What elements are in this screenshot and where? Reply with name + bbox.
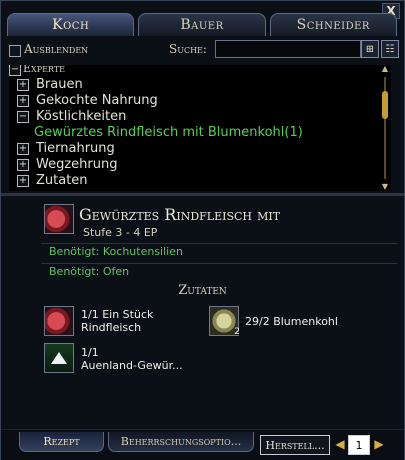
- tab-rezept[interactable]: Rezept: [19, 432, 104, 452]
- ingredient-1-line2: Rindfleisch: [81, 321, 142, 334]
- tree-item-label: Gekochte Nahrung: [36, 93, 158, 108]
- scroll-down-icon[interactable]: ▼: [381, 183, 389, 191]
- requirement-tools: Benötigt: Kochutensilien: [49, 245, 183, 258]
- divider: [41, 243, 397, 244]
- expand-icon[interactable]: +: [17, 95, 29, 107]
- craft-count-input[interactable]: 1: [348, 435, 370, 455]
- tree-item-label: Brauen: [36, 77, 83, 92]
- section-divider: [1, 193, 404, 196]
- expand-icon[interactable]: +: [17, 79, 29, 91]
- spice-icon[interactable]: [44, 343, 74, 373]
- search-label: Suche:: [169, 42, 207, 56]
- ingredient-2-text: 29/2 Blumenkohl: [245, 315, 338, 328]
- tab-bauer[interactable]: Bauer: [138, 13, 266, 36]
- requirement-oven: Benötigt: Ofen: [49, 265, 130, 278]
- recipe-title: Gewürztes Rindfleisch mit: [79, 205, 281, 224]
- recipe-tree: − Experte + Brauen + Gekochte Nahrung − …: [9, 65, 391, 191]
- expand-collapse-icon[interactable]: ☷: [381, 40, 399, 58]
- ingredient-3-line2: Auenland-Gewür...: [81, 359, 183, 372]
- tree-scrollbar[interactable]: ▲ ▼: [381, 65, 389, 191]
- spice-pile-icon: [51, 352, 67, 364]
- tree-expert-label: Experte: [23, 65, 66, 75]
- hide-label: Ausblenden: [24, 42, 89, 56]
- tab-beherrschung[interactable]: Beherrschungsoptio...: [108, 432, 254, 452]
- tree-item-label: Zutaten: [36, 173, 88, 188]
- arrow-left-icon[interactable]: ◀: [333, 435, 347, 453]
- ingredient-1-line1: 1/1 Ein Stück: [81, 308, 154, 321]
- scroll-up-icon[interactable]: ▲: [381, 65, 389, 73]
- bottom-bar: Rezept Beherrschungsoptio... Herstell...…: [1, 429, 404, 460]
- recipe-dish-icon: [44, 204, 74, 234]
- recipe-detail: Gewürztes Rindfleisch mit Stufe 3 - 4 EP…: [1, 197, 404, 429]
- craft-button[interactable]: Herstell...: [260, 435, 330, 455]
- ingredient-1-text: 1/1 Ein Stück Rindfleisch: [81, 308, 153, 334]
- ingredient-3-text: 1/1 Auenland-Gewür...: [81, 346, 183, 372]
- meat-icon[interactable]: [44, 306, 74, 336]
- expand-icon[interactable]: +: [17, 159, 29, 171]
- expand-icon[interactable]: +: [17, 175, 29, 187]
- ingredient-3-line1: 1/1: [81, 346, 99, 359]
- ingredients-title: Zutaten: [178, 283, 227, 298]
- crafting-window: X Koch Bauer Schneider Ausblenden Suche:…: [0, 0, 405, 460]
- collapse-icon[interactable]: −: [9, 65, 21, 76]
- filter-toolbar: Ausblenden Suche: ⊞ ☷: [9, 40, 399, 62]
- tab-schneider[interactable]: Schneider: [269, 13, 397, 36]
- scroll-thumb[interactable]: [382, 91, 388, 119]
- tree-item-label: Tiernahrung: [36, 141, 115, 156]
- arrow-right-icon[interactable]: ▶: [372, 435, 386, 453]
- search-options-icon[interactable]: ⊞: [361, 40, 379, 58]
- profession-tabs: Koch Bauer Schneider: [7, 13, 397, 36]
- cabbage-icon[interactable]: 2: [209, 306, 240, 337]
- tree-item-label: Wegzehrung: [36, 157, 118, 172]
- expand-icon[interactable]: +: [17, 143, 29, 155]
- search-input[interactable]: [215, 40, 361, 58]
- recipe-level: Stufe 3 - 4 EP: [83, 226, 158, 239]
- hide-checkbox[interactable]: [9, 45, 21, 57]
- tree-item-label: Köstlichkeiten: [36, 109, 127, 124]
- tab-koch[interactable]: Koch: [7, 13, 135, 36]
- ingredient-badge: 2: [234, 327, 240, 337]
- tree-item-label: Gewürztes Rindfleisch mit Blumenkohl(1): [34, 125, 303, 140]
- divider: [41, 263, 397, 264]
- collapse-icon[interactable]: −: [17, 111, 29, 123]
